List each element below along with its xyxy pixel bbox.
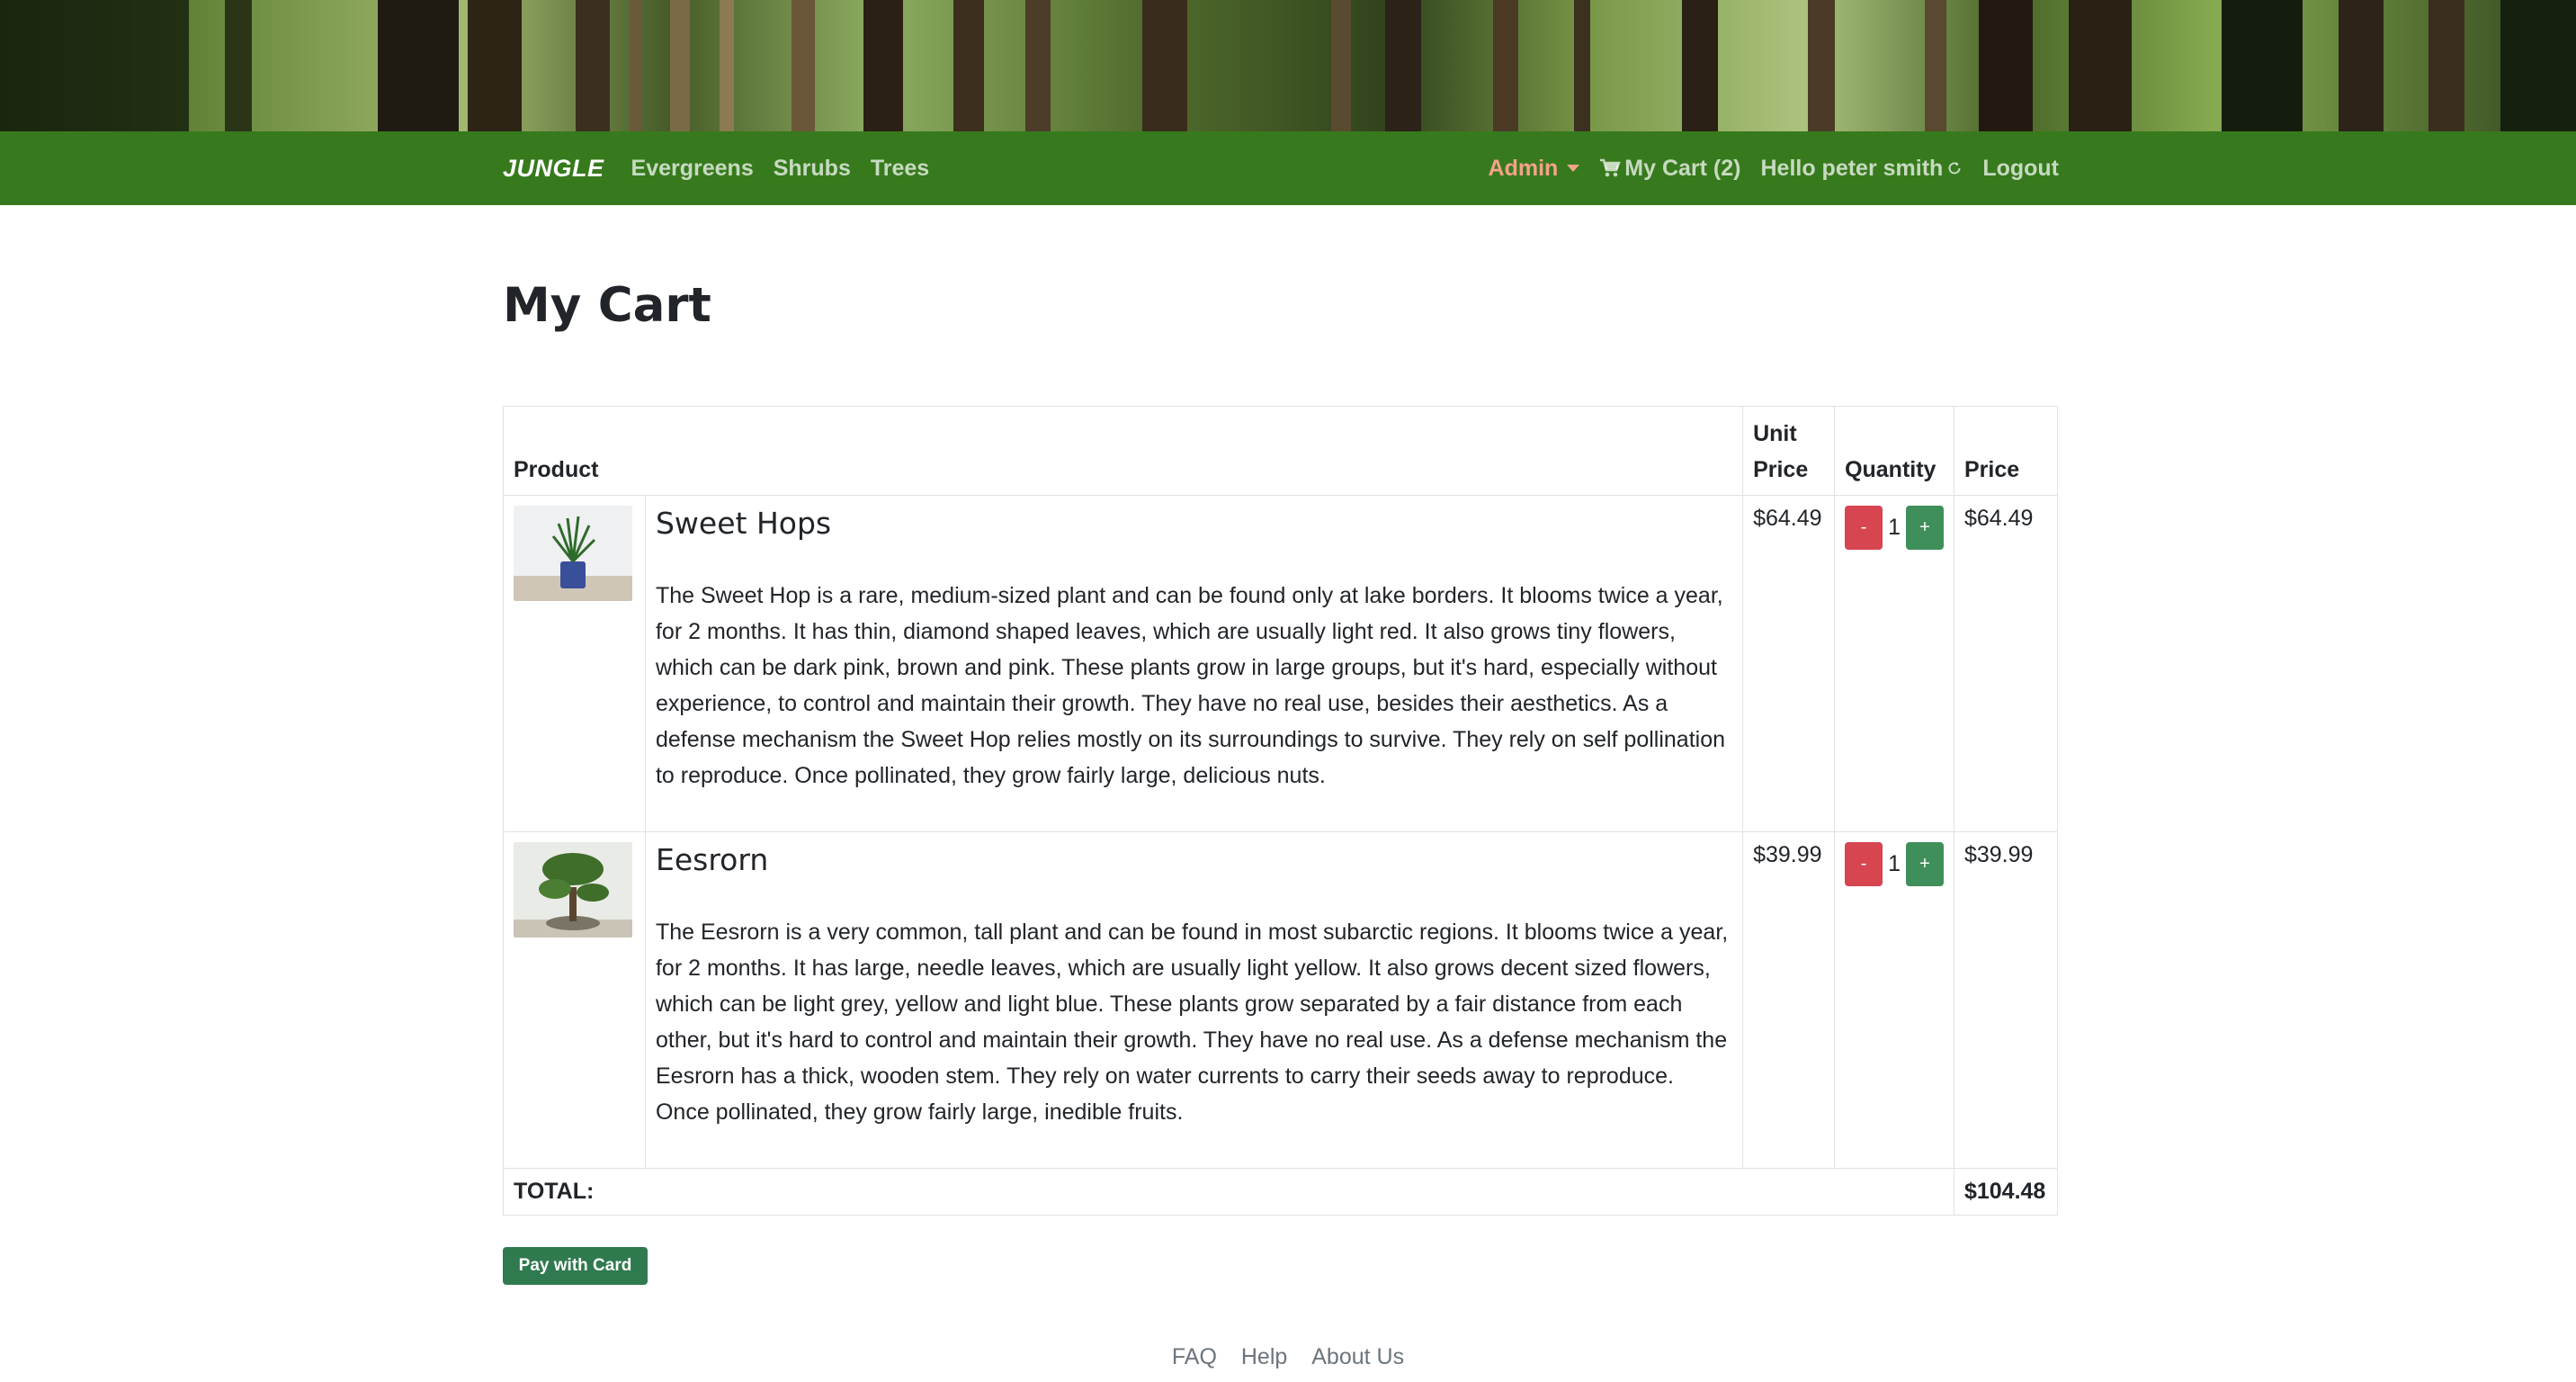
- product-description: The Eesrorn is a very common, tall plant…: [655, 920, 1729, 1125]
- increase-quantity-button[interactable]: +: [1905, 506, 1944, 550]
- nav-link-trees[interactable]: Trees: [871, 156, 929, 182]
- total-label: TOTAL:: [503, 1168, 1954, 1216]
- shopping-cart-icon: [1599, 158, 1622, 178]
- navbar-inner: JUNGLE Evergreens Shrubs Trees Admin My …: [503, 131, 2059, 205]
- footer-link-help[interactable]: Help: [1241, 1344, 1287, 1369]
- product-thumbnail-cell: [503, 831, 646, 1169]
- header-product: Product: [502, 406, 1744, 496]
- unit-price: $39.99: [1742, 831, 1836, 1169]
- header-quantity: Quantity: [1834, 406, 1954, 496]
- decrease-quantity-button[interactable]: -: [1845, 842, 1883, 886]
- forest-banner: [0, 0, 2576, 131]
- greeting-text: Hello peter smith: [1760, 155, 1944, 181]
- product-image-eesrorn[interactable]: [514, 842, 632, 938]
- user-greeting: Hello peter smith: [1760, 156, 1963, 182]
- quantity-value: 1: [1888, 515, 1901, 540]
- admin-dropdown[interactable]: Admin: [1489, 156, 1580, 182]
- product-name[interactable]: Sweet Hops: [656, 506, 1732, 542]
- line-price: $39.99: [1953, 831, 2059, 1169]
- nav-link-evergreens[interactable]: Evergreens: [631, 156, 754, 182]
- product-image-sweet-hops[interactable]: [514, 506, 632, 601]
- quantity-stepper: - 1 +: [1845, 842, 1944, 886]
- nav-link-shrubs[interactable]: Shrubs: [774, 156, 851, 182]
- line-price: $64.49: [1953, 495, 2059, 832]
- product-info-cell: Sweet Hops The Sweet Hop is a rare, medi…: [644, 495, 1744, 832]
- pay-with-card-button[interactable]: Pay with Card: [503, 1247, 648, 1285]
- footer: FAQ Help About Us: [0, 1344, 2576, 1370]
- product-thumbnail-cell: [503, 495, 646, 832]
- forest-trunks-illustration: [0, 0, 2576, 131]
- quantity-cell: - 1 +: [1834, 831, 1954, 1169]
- quantity-stepper: - 1 +: [1845, 506, 1944, 550]
- my-cart-label: My Cart (2): [1624, 155, 1741, 181]
- increase-quantity-button[interactable]: +: [1905, 842, 1944, 886]
- table-header-row: Product Unit Price Quantity Price: [502, 406, 2059, 496]
- footer-link-about-us[interactable]: About Us: [1311, 1344, 1404, 1369]
- my-cart-link[interactable]: My Cart (2): [1599, 156, 1740, 182]
- product-name[interactable]: Eesrorn: [656, 842, 1732, 878]
- decrease-quantity-button[interactable]: -: [1845, 506, 1883, 550]
- page-title: My Cart: [503, 278, 711, 333]
- product-description: The Sweet Hop is a rare, medium-sized pl…: [655, 583, 1725, 788]
- unit-price: $64.49: [1742, 495, 1836, 832]
- navbar: JUNGLE Evergreens Shrubs Trees Admin My …: [0, 131, 2576, 205]
- total-row: TOTAL: $104.48: [503, 1168, 2059, 1216]
- header-unit-price: Unit Price: [1742, 406, 1836, 496]
- footer-link-faq[interactable]: FAQ: [1172, 1344, 1217, 1369]
- brand-logo[interactable]: JUNGLE: [503, 155, 604, 183]
- nav-right-group: Admin My Cart (2) Hello peter smith Logo…: [1469, 156, 2059, 182]
- table-row: Sweet Hops The Sweet Hop is a rare, medi…: [503, 495, 2059, 832]
- cart-table: Product Unit Price Quantity Price Sweet …: [502, 406, 2059, 1216]
- quantity-value: 1: [1888, 851, 1901, 876]
- admin-label: Admin: [1488, 155, 1559, 181]
- main-content: My Cart Product Unit Price Quantity Pric…: [502, 205, 2059, 1285]
- quantity-cell: - 1 +: [1834, 495, 1954, 832]
- table-row: Eesrorn The Eesrorn is a very common, ta…: [503, 831, 2059, 1169]
- caret-down-icon: [1567, 165, 1580, 172]
- refresh-icon: [1946, 160, 1963, 176]
- total-value: $104.48: [1953, 1168, 2059, 1216]
- logout-link[interactable]: Logout: [1982, 156, 2059, 182]
- product-info-cell: Eesrorn The Eesrorn is a very common, ta…: [644, 831, 1744, 1169]
- header-price: Price: [1953, 406, 2059, 496]
